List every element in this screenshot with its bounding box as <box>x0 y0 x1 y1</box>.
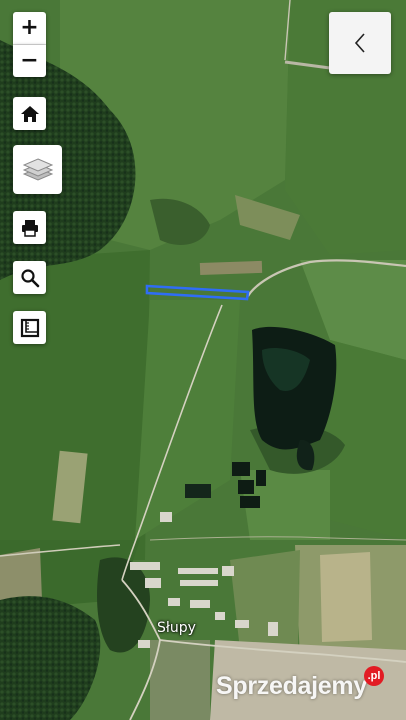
search-icon <box>20 268 39 287</box>
search-button[interactable] <box>13 261 46 294</box>
home-icon <box>20 105 39 122</box>
measure-button[interactable] <box>13 311 46 344</box>
watermark-suffix: .pl <box>367 670 381 682</box>
collapse-panel-button[interactable] <box>329 12 391 74</box>
layers-icon <box>22 157 53 181</box>
printer-icon <box>21 219 38 237</box>
home-button[interactable] <box>13 97 46 130</box>
zoom-in-label: + <box>20 15 39 40</box>
watermark-logo: Sprzedajemy <box>216 672 367 701</box>
print-button[interactable] <box>13 211 46 244</box>
zoom-in-button[interactable]: + <box>13 12 46 45</box>
layers-button[interactable] <box>13 145 62 194</box>
watermark-text: Sprzedajemy <box>216 672 367 700</box>
place-label: Słupy <box>157 620 196 636</box>
satellite-map[interactable] <box>0 0 406 720</box>
zoom-out-label: − <box>20 48 39 73</box>
chevron-left-icon <box>354 33 365 53</box>
zoom-out-button[interactable]: − <box>13 45 46 77</box>
watermark-badge: .pl <box>364 666 384 686</box>
ruler-icon <box>20 318 39 337</box>
